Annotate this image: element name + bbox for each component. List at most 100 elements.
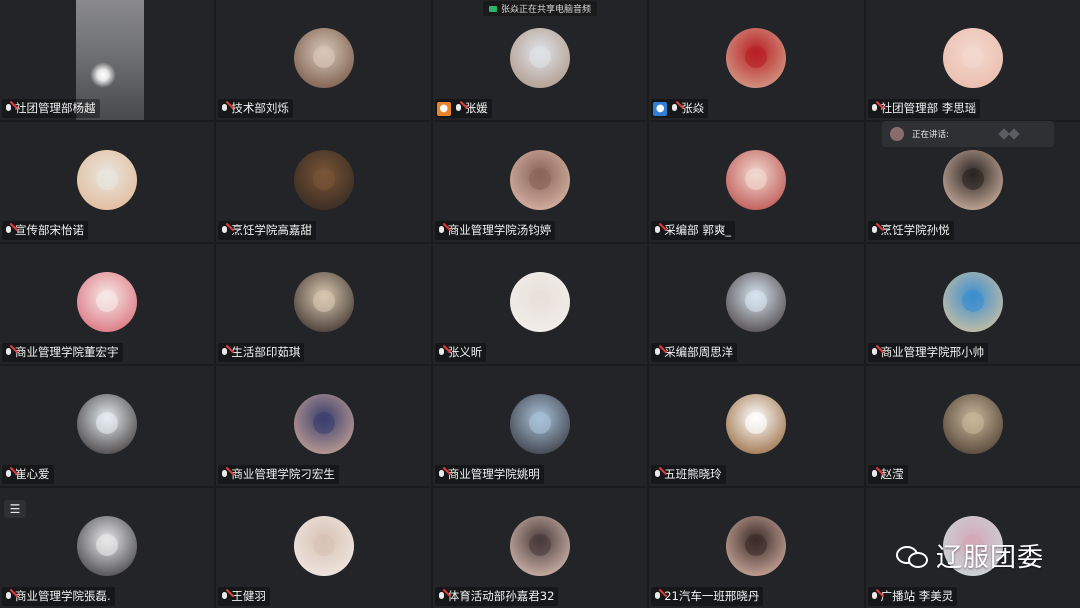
participant-avatar — [942, 28, 1003, 88]
participant-avatar — [726, 394, 787, 454]
participant-tile[interactable]: 烹饪学院高嘉甜 — [216, 122, 431, 242]
participant-name: 烹饪学院孙悦 — [880, 223, 950, 237]
participant-name-bar: 生活部印茹琪 — [218, 343, 305, 362]
participant-tile[interactable]: 商业管理学院刁宏生 — [216, 366, 431, 486]
participant-name: 张媛 — [464, 101, 488, 115]
muted-mic-icon — [870, 225, 879, 237]
muted-mic-icon — [653, 591, 662, 603]
muted-mic-icon — [437, 469, 446, 481]
audio-share-text: 张焱正在共享电脑音频 — [500, 5, 592, 15]
participant-name-bar: 采编部周思洋 — [651, 343, 738, 362]
participant-avatar — [293, 272, 354, 332]
participant-name: 商业管理学院刁宏生 — [231, 467, 335, 481]
participant-tile[interactable]: 崔心爱 — [0, 366, 215, 486]
participant-tile[interactable]: 社团管理部 李思瑶 — [865, 0, 1080, 120]
participant-name-bar: 崔心爱 — [2, 465, 54, 484]
participant-avatar — [293, 394, 354, 454]
participant-avatar — [942, 272, 1003, 332]
muted-mic-icon — [454, 103, 463, 115]
participant-name-bar: 21汽车一班邢晓丹 — [651, 587, 764, 606]
audio-share-banner: 张焱正在共享电脑音频 — [482, 1, 598, 16]
participant-avatar — [726, 150, 787, 210]
participant-avatar — [509, 28, 570, 88]
muted-mic-icon — [4, 225, 13, 237]
participant-tile[interactable]: 商业管理学院邢小帅 — [865, 244, 1080, 364]
participant-name: 烹饪学院高嘉甜 — [231, 223, 312, 237]
participant-name-bar: 宣传部宋怡诺 — [2, 221, 88, 240]
participant-name-bar: 商业管理学院刁宏生 — [218, 465, 339, 484]
participant-tile[interactable]: 五班熊晓玲 — [649, 366, 864, 486]
participant-avatar — [509, 272, 570, 332]
participant-avatar — [293, 28, 354, 88]
participant-tile[interactable]: 王健羽 — [216, 488, 431, 608]
speaking-label: 正在讲话: — [912, 130, 949, 140]
speaker-avatar — [890, 127, 904, 141]
muted-mic-icon — [220, 591, 229, 603]
participant-name-bar: 采编部 郭爽_ — [651, 221, 736, 240]
participant-tile[interactable]: 体育活动部孙嘉君32 — [432, 488, 648, 608]
participant-name-bar: 商业管理学院汤钧婷 — [434, 221, 556, 240]
participant-tile[interactable]: 社团管理部杨越 — [0, 0, 215, 120]
participant-name: 体育活动部孙嘉君32 — [447, 589, 555, 603]
participant-tile[interactable]: 张义昕 — [432, 244, 648, 364]
participant-avatar — [942, 150, 1003, 210]
participant-tile[interactable]: 生活部印茹琪 — [216, 244, 431, 364]
participant-tile[interactable]: ● 张焱 — [649, 0, 864, 120]
muted-mic-icon — [220, 347, 229, 359]
participant-name-bar: 赵滢 — [867, 465, 908, 484]
participant-list-icon[interactable]: ☰ — [4, 500, 26, 518]
muted-mic-icon — [220, 103, 229, 115]
participant-name: 商业管理学院邢小帅 — [880, 345, 985, 359]
participant-tile[interactable]: 技术部刘烁 — [216, 0, 431, 120]
muted-mic-icon — [437, 591, 446, 603]
muted-mic-icon — [870, 347, 879, 359]
participant-name: 五班熊晓玲 — [664, 467, 722, 481]
muted-mic-icon — [4, 347, 13, 359]
participant-avatar — [726, 272, 787, 332]
participant-name-bar: 烹饪学院高嘉甜 — [218, 221, 316, 240]
participant-name: 张义昕 — [447, 345, 483, 359]
screen-share-icon — [488, 5, 497, 12]
participant-tile[interactable]: 商业管理学院姚明 — [432, 366, 648, 486]
muted-mic-icon — [653, 347, 662, 359]
participant-name-bar: 广播站 李美灵 — [867, 587, 958, 606]
speaking-indicator: 正在讲话: — [882, 121, 1054, 147]
muted-mic-icon — [220, 225, 229, 237]
participant-name-bar: 商业管理学院董宏宇 — [2, 343, 123, 362]
participant-grid: 社团管理部杨越 技术部刘烁 ● 张媛 ● 张焱 社团管理部 李思瑶宣传部宋怡诺 烹饪学院高嘉甜… — [0, 0, 1080, 608]
muted-mic-icon — [870, 103, 879, 115]
participant-name-bar: 社团管理部 李思瑶 — [867, 99, 981, 118]
participant-avatar — [77, 394, 138, 454]
muted-mic-icon — [670, 103, 679, 115]
participant-name: 21汽车一班邢晓丹 — [664, 589, 760, 603]
user-icon: ● — [653, 101, 668, 116]
participant-name: 张焱 — [681, 101, 705, 115]
muted-mic-icon — [437, 347, 446, 359]
participant-name: 社团管理部杨越 — [15, 101, 96, 115]
participant-tile[interactable]: 商业管理学院汤钧婷 — [432, 122, 648, 242]
participant-name: 商业管理学院張磊. — [15, 589, 111, 603]
participant-name: 采编部周思洋 — [664, 345, 734, 359]
muted-mic-icon — [437, 225, 446, 237]
participant-tile[interactable]: 商业管理学院張磊. — [0, 488, 215, 608]
participant-tile[interactable]: 赵滢 — [865, 366, 1080, 486]
participant-avatar — [509, 150, 570, 210]
muted-mic-icon — [220, 469, 229, 481]
participant-tile[interactable]: 采编部周思洋 — [649, 244, 864, 364]
muted-mic-icon — [653, 225, 662, 237]
participant-tile[interactable]: 商业管理学院董宏宇 — [0, 244, 215, 364]
participant-tile[interactable]: 21汽车一班邢晓丹 — [649, 488, 864, 608]
participant-name: 商业管理学院姚明 — [447, 467, 540, 481]
participant-name-bar: 商业管理学院邢小帅 — [867, 343, 989, 362]
participant-name-bar: 商业管理学院張磊. — [2, 587, 115, 606]
participant-name: 社团管理部 李思瑶 — [880, 101, 977, 115]
participant-name: 生活部印茹琪 — [231, 345, 301, 359]
user-icon: ● — [436, 101, 451, 116]
participant-tile[interactable]: ● 张媛 — [432, 0, 648, 120]
wechat-icon — [895, 543, 930, 569]
participant-name-bar: 王健羽 — [218, 587, 270, 606]
participant-tile[interactable]: 宣传部宋怡诺 — [0, 122, 215, 242]
participant-tile[interactable]: 采编部 郭爽_ — [649, 122, 864, 242]
participant-avatar — [293, 516, 354, 576]
participant-avatar — [942, 394, 1003, 454]
